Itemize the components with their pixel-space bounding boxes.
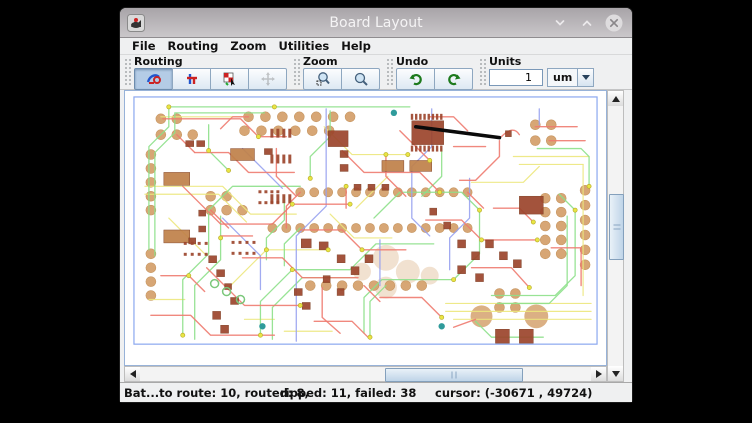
combo-arrow-button[interactable] xyxy=(577,69,593,86)
menubar: File Routing Zoom Utilities Help xyxy=(120,38,632,55)
chevron-up-icon xyxy=(580,16,594,30)
toolbar-grip[interactable] xyxy=(124,58,131,86)
undo-button[interactable] xyxy=(396,68,435,90)
units-group-label: Units xyxy=(489,56,594,68)
toolbar: Routing xyxy=(120,55,632,90)
chevron-down-icon xyxy=(553,16,567,30)
toolbar-group-undo: Undo xyxy=(386,56,473,90)
vertical-scrollbar[interactable] xyxy=(607,90,624,382)
undo-icon xyxy=(408,71,424,87)
zoom-out-icon xyxy=(353,71,369,87)
scroll-up-button[interactable] xyxy=(608,91,623,106)
maximize-button[interactable] xyxy=(577,13,597,33)
desktop-background: Board Layout xyxy=(0,0,752,423)
undo-group-label: Undo xyxy=(396,56,473,68)
statusbar: Bat...to route: 10, routed: 8, ripped: 1… xyxy=(120,382,632,402)
select-region-icon xyxy=(222,71,238,87)
board-viewport[interactable] xyxy=(124,90,607,366)
move-button[interactable] xyxy=(248,68,287,90)
autoroute-icon xyxy=(146,71,162,87)
route-tracks-button[interactable] xyxy=(172,68,211,90)
thumb-ridge xyxy=(452,372,457,379)
menu-zoom[interactable]: Zoom xyxy=(226,39,274,53)
triangle-down-icon xyxy=(612,371,620,377)
menu-routing[interactable]: Routing xyxy=(164,39,227,53)
menu-help[interactable]: Help xyxy=(337,39,379,53)
zoom-group-label: Zoom xyxy=(303,56,380,68)
toolbar-group-zoom: Zoom xyxy=(293,56,380,90)
app-window: Board Layout xyxy=(120,8,632,402)
horizontal-scroll-thumb[interactable] xyxy=(385,368,523,382)
titlebar[interactable]: Board Layout xyxy=(120,8,632,38)
scroll-right-button[interactable] xyxy=(591,367,606,381)
scroll-down-button[interactable] xyxy=(608,366,623,381)
close-icon xyxy=(604,13,624,33)
status-cursor-text: cursor: (-30671 , 49724) xyxy=(435,386,592,400)
menu-file[interactable]: File xyxy=(128,39,164,53)
pcb-canvas[interactable] xyxy=(125,91,606,365)
redo-icon xyxy=(446,71,462,87)
toolbar-grip[interactable] xyxy=(479,58,486,86)
triangle-right-icon xyxy=(596,370,602,378)
toolbar-group-units: Units um xyxy=(479,56,594,87)
window-controls xyxy=(550,8,624,38)
menu-utilities[interactable]: Utilities xyxy=(274,39,337,53)
toolbar-group-routing: Routing xyxy=(124,56,287,90)
units-selected-value: um xyxy=(548,71,577,84)
units-value-input[interactable] xyxy=(489,69,543,86)
zoom-region-button[interactable] xyxy=(303,68,342,90)
vertical-scroll-thumb[interactable] xyxy=(609,194,624,260)
close-button[interactable] xyxy=(604,13,624,33)
toolbar-grip[interactable] xyxy=(293,58,300,86)
zoom-region-icon xyxy=(315,71,331,87)
move-icon xyxy=(260,71,276,87)
redo-button[interactable] xyxy=(434,68,473,90)
zoom-out-button[interactable] xyxy=(341,68,380,90)
triangle-up-icon xyxy=(612,96,620,102)
select-region-button[interactable] xyxy=(210,68,249,90)
dropdown-arrow-icon xyxy=(582,75,590,80)
routing-group-label: Routing xyxy=(134,56,287,68)
horizontal-scrollbar[interactable] xyxy=(124,366,607,382)
toolbar-grip[interactable] xyxy=(386,58,393,86)
route-tracks-icon xyxy=(184,71,200,87)
units-combobox[interactable]: um xyxy=(547,68,594,87)
autoroute-button[interactable] xyxy=(134,68,173,90)
minimize-button[interactable] xyxy=(550,13,570,33)
triangle-left-icon xyxy=(130,370,136,378)
thumb-ridge xyxy=(613,225,620,230)
status-batch-text: Bat...to route: 10, routed: 8, xyxy=(124,386,280,400)
scroll-left-button[interactable] xyxy=(125,367,140,381)
status-ripped-text: ripped: 11, failed: 38 xyxy=(280,386,435,400)
